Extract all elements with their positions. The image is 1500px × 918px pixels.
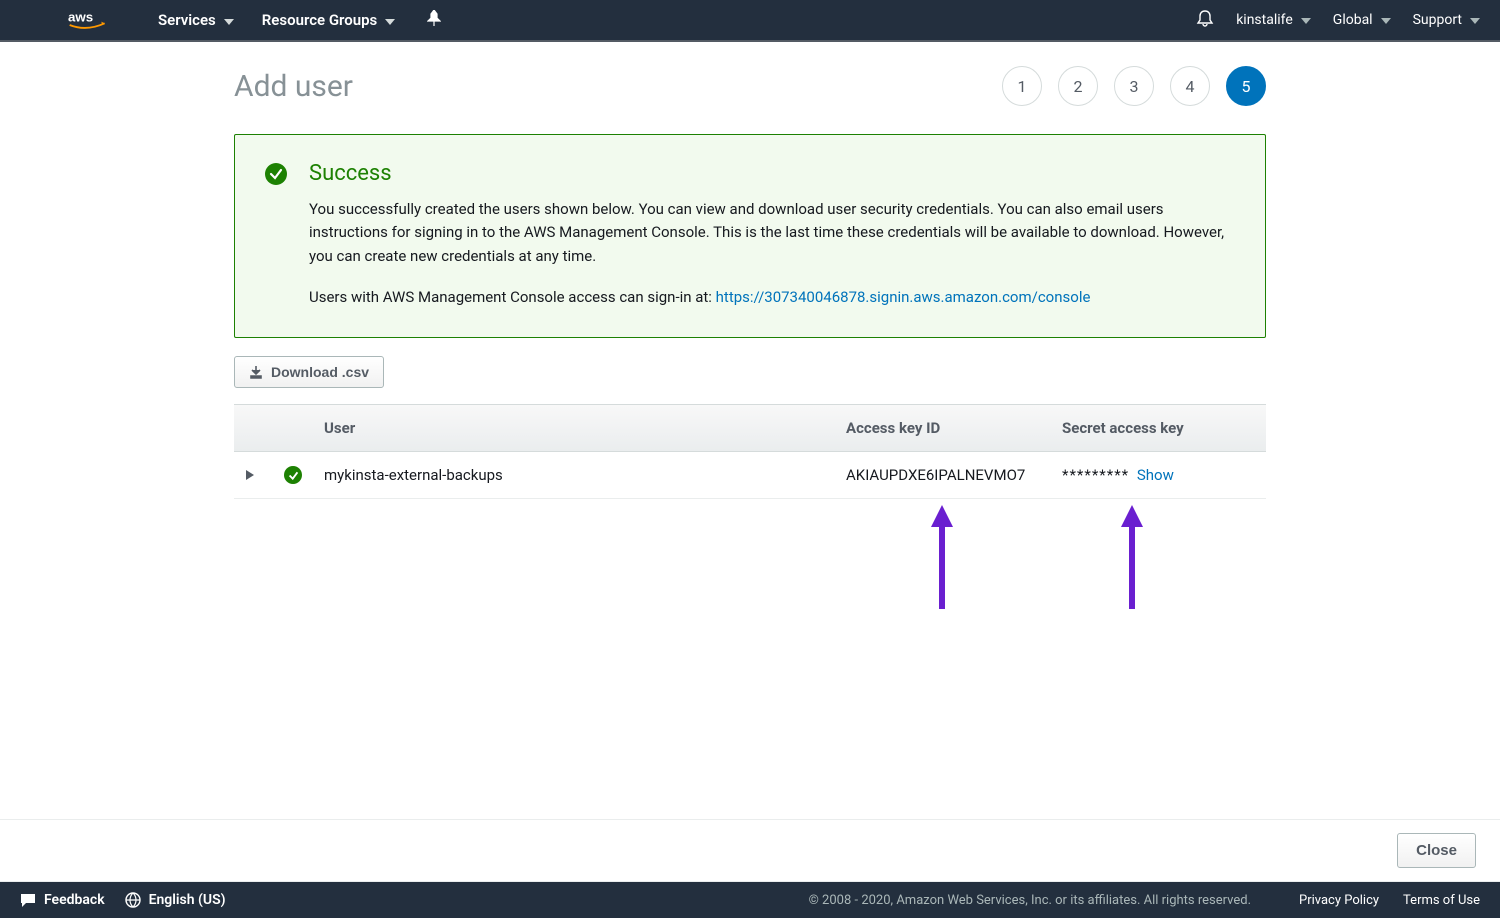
chevron-down-icon: [224, 11, 234, 29]
show-secret-link[interactable]: Show: [1137, 466, 1174, 484]
table-header-status: [272, 405, 312, 451]
signin-url-link[interactable]: https://307340046878.signin.aws.amazon.c…: [716, 288, 1091, 306]
table-row: mykinsta-external-backups AKIAUPDXE6IPAL…: [234, 452, 1266, 499]
nav-account-label: kinstalife: [1236, 12, 1293, 28]
arrow-up-icon: [1117, 505, 1147, 609]
nav-support-label: Support: [1413, 12, 1462, 28]
privacy-policy-link[interactable]: Privacy Policy: [1299, 893, 1379, 908]
wizard-step-1[interactable]: 1: [1002, 66, 1042, 106]
chevron-down-icon: [1301, 12, 1311, 28]
success-body-2: Users with AWS Management Console access…: [309, 286, 1235, 309]
caret-right-icon: [246, 466, 254, 484]
footer-right: © 2008 - 2020, Amazon Web Services, Inc.…: [809, 893, 1480, 908]
secret-masked: *********: [1062, 466, 1129, 484]
svg-text:aws: aws: [68, 10, 93, 25]
language-selector[interactable]: English (US): [125, 892, 226, 908]
download-csv-label: Download .csv: [271, 364, 369, 380]
close-button[interactable]: Close: [1397, 833, 1476, 868]
terms-of-use-link[interactable]: Terms of Use: [1403, 893, 1480, 908]
table-header-access-key: Access key ID: [834, 405, 1050, 451]
bell-icon[interactable]: [1196, 9, 1214, 31]
feedback-link[interactable]: Feedback: [20, 892, 105, 908]
row-access-key-id: AKIAUPDXE6IPALNEVMO7: [834, 452, 1050, 498]
row-expand-toggle[interactable]: [234, 452, 272, 498]
table-header-expand: [234, 405, 272, 451]
nav-services-label: Services: [158, 11, 216, 29]
main-content: Add user 1 2 3 4 5 Success You successfu…: [234, 42, 1266, 819]
page-title: Add user: [234, 69, 353, 104]
header-row: Add user 1 2 3 4 5: [234, 66, 1266, 106]
nav-region-label: Global: [1333, 12, 1373, 28]
nav-account[interactable]: kinstalife: [1236, 12, 1311, 28]
pin-icon[interactable]: [427, 10, 441, 30]
success-body-1: You successfully created the users shown…: [309, 198, 1235, 268]
table-header-user: User: [312, 405, 834, 451]
nav-resource-groups[interactable]: Resource Groups: [262, 11, 395, 29]
row-status: [272, 452, 312, 498]
nav-resource-groups-label: Resource Groups: [262, 11, 377, 29]
wizard-step-5[interactable]: 5: [1226, 66, 1266, 106]
feedback-label: Feedback: [44, 892, 105, 908]
nav-support[interactable]: Support: [1413, 12, 1480, 28]
success-check-icon: [284, 466, 302, 484]
nav-region[interactable]: Global: [1333, 12, 1391, 28]
wizard-step-2[interactable]: 2: [1058, 66, 1098, 106]
top-navbar: aws Services Resource Groups kinstalife …: [0, 0, 1500, 40]
arrow-up-icon: [927, 505, 957, 609]
top-nav-right: kinstalife Global Support: [1178, 9, 1480, 31]
annotation-arrows: [234, 499, 1266, 619]
download-icon: [249, 365, 263, 379]
language-label: English (US): [149, 892, 226, 908]
aws-logo[interactable]: aws: [68, 10, 118, 30]
spacer: [234, 619, 1266, 779]
footer-left: Feedback English (US): [20, 892, 246, 908]
nav-services[interactable]: Services: [158, 11, 234, 29]
chevron-down-icon: [1381, 12, 1391, 28]
table-header-secret: Secret access key: [1050, 405, 1266, 451]
footer: Feedback English (US) © 2008 - 2020, Ama…: [0, 882, 1500, 918]
wizard-step-4[interactable]: 4: [1170, 66, 1210, 106]
chevron-down-icon: [385, 11, 395, 29]
wizard-step-3[interactable]: 3: [1114, 66, 1154, 106]
globe-icon: [125, 892, 141, 908]
footer-copyright: © 2008 - 2020, Amazon Web Services, Inc.…: [809, 893, 1251, 908]
row-secret: ********* Show: [1050, 452, 1266, 498]
success-check-icon: [265, 163, 287, 185]
wizard-steps: 1 2 3 4 5: [986, 66, 1266, 106]
download-csv-button[interactable]: Download .csv: [234, 356, 384, 388]
chevron-down-icon: [1470, 12, 1480, 28]
speech-bubble-icon: [20, 893, 36, 907]
table-header-row: User Access key ID Secret access key: [234, 405, 1266, 452]
success-alert: Success You successfully created the use…: [234, 134, 1266, 338]
success-title: Success: [309, 161, 1235, 186]
success-signin-prefix: Users with AWS Management Console access…: [309, 288, 716, 306]
users-table: User Access key ID Secret access key myk…: [234, 404, 1266, 499]
row-user: mykinsta-external-backups: [312, 452, 834, 498]
